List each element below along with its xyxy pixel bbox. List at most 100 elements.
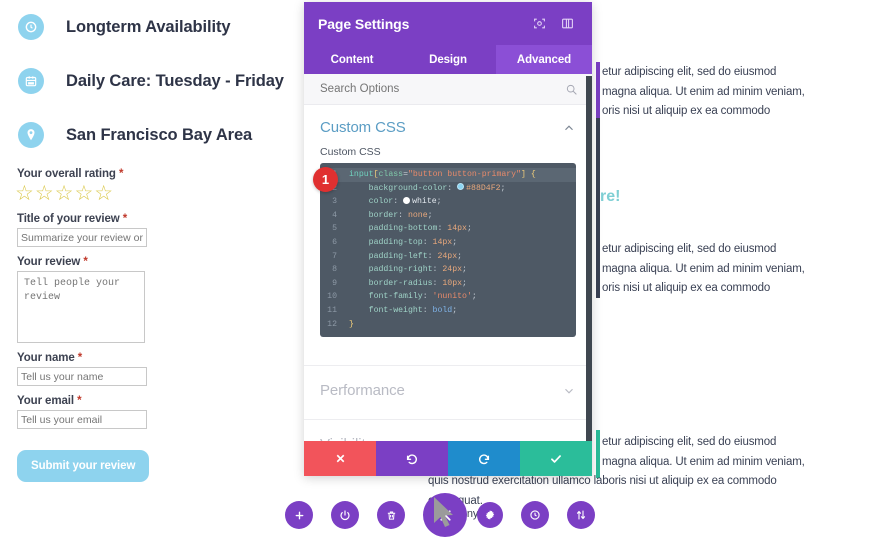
page-settings-modal: Page Settings Content Design Advanced Se… — [304, 2, 592, 476]
power-button[interactable] — [331, 501, 359, 529]
review-body-textarea[interactable] — [17, 271, 145, 343]
required-marker: * — [77, 395, 82, 407]
line-number: 12 — [327, 319, 337, 329]
code-text: background-color: #88D4F2; — [368, 183, 506, 193]
step-marker-1: 1 — [313, 167, 338, 192]
required-marker: * — [122, 213, 128, 225]
code-text: input[class="button button-primary"] { — [349, 170, 536, 179]
feature-item-availability: Longterm Availability — [18, 0, 318, 54]
name-field: Your name * — [17, 352, 207, 386]
sort-button[interactable] — [567, 501, 595, 529]
code-text: padding-bottom: 14px; — [368, 224, 472, 234]
accent-bar-teal — [596, 430, 600, 478]
required-marker: * — [118, 168, 124, 180]
code-line[interactable]: 7 padding-left: 24px; — [320, 250, 576, 264]
code-text: font-family: 'nunito'; — [368, 292, 477, 302]
star-rating-glyphs[interactable]: ☆☆☆☆☆ — [15, 182, 114, 205]
lorem-line: etur adipiscing elit, sed do eiusmod — [602, 66, 777, 78]
code-text: font-weight: bold; — [368, 305, 458, 315]
feature-item-daily-care: Daily Care: Tuesday - Friday — [18, 54, 318, 108]
code-text: border-radius: 10px; — [368, 278, 467, 288]
calendar-icon — [18, 68, 44, 94]
code-text: border: none; — [368, 210, 433, 220]
redo-button[interactable] — [448, 441, 520, 476]
code-line[interactable]: 9 border-radius: 10px; — [320, 277, 576, 291]
code-line[interactable]: 2 background-color: #88D4F2; — [320, 182, 576, 196]
tab-content[interactable]: Content — [304, 45, 400, 74]
feature-label: San Francisco Bay Area — [66, 125, 253, 144]
name-label: Your name * — [17, 352, 83, 364]
line-number: 9 — [332, 278, 337, 288]
modal-title: Page Settings — [318, 15, 410, 32]
section-header-custom-css[interactable]: Custom CSS — [304, 105, 592, 146]
lorem-line: magna aliqua. Ut enim ad minim veniam, — [602, 85, 805, 98]
search-icon[interactable] — [565, 83, 578, 96]
code-line[interactable]: 3 color: white; — [320, 195, 576, 209]
name-input[interactable] — [17, 367, 147, 386]
email-input[interactable] — [17, 410, 147, 429]
tab-advanced[interactable]: Advanced — [496, 45, 592, 74]
code-line[interactable]: 8 padding-right: 24px; — [320, 263, 576, 277]
section-header-performance[interactable]: Performance — [304, 366, 592, 409]
feature-label: Longterm Availability — [66, 17, 231, 36]
star-rating[interactable]: ☆☆☆☆☆ — [15, 183, 207, 204]
chevron-up-icon[interactable] — [562, 121, 576, 135]
close-button[interactable] — [423, 493, 467, 537]
code-text: color: white; — [368, 197, 442, 207]
trash-button[interactable] — [377, 501, 405, 529]
feature-item-location: San Francisco Bay Area — [18, 108, 318, 162]
code-text: padding-right: 24px; — [368, 265, 467, 275]
layout-panel-icon[interactable] — [556, 13, 578, 35]
code-line[interactable]: 1 input[class="button button-primary"] { — [320, 168, 576, 182]
required-marker: * — [83, 256, 88, 268]
code-line[interactable]: 10 font-family: 'nunito'; — [320, 290, 576, 304]
line-number: 5 — [332, 224, 337, 234]
add-button[interactable] — [285, 501, 313, 529]
line-number: 7 — [332, 251, 337, 261]
accent-bar-purple — [596, 62, 600, 122]
save-button[interactable] — [520, 441, 592, 476]
modal-scrollbar[interactable] — [586, 76, 592, 441]
line-number: 8 — [332, 265, 337, 275]
history-button[interactable] — [521, 501, 549, 529]
custom-css-code-editor[interactable]: 1 input[class="button button-primary"] {… — [320, 163, 576, 338]
lorem-line: etur adipiscing elit, sed do eiusmod — [602, 436, 777, 448]
review-body-field: Your review * — [17, 256, 207, 343]
focus-icon[interactable] — [528, 13, 550, 35]
custom-css-editor-wrap: 1 input[class="button button-primary"] {… — [304, 163, 592, 338]
search-input[interactable] — [318, 82, 565, 96]
code-line[interactable]: 4 border: none; — [320, 209, 576, 223]
color-swatch-blue[interactable] — [457, 183, 465, 191]
modal-tabs: Content Design Advanced — [304, 45, 592, 74]
lorem-line: etur adipiscing elit, sed do eiusmod — [602, 243, 777, 255]
teal-heading: re! — [600, 188, 621, 205]
code-line[interactable]: 11 font-weight: bold; — [320, 304, 576, 318]
section-title: Custom CSS — [320, 119, 406, 136]
line-number: 4 — [332, 210, 337, 220]
email-label: Your email * — [17, 395, 82, 407]
chevron-down-icon[interactable] — [562, 384, 576, 398]
email-field: Your email * — [17, 395, 207, 429]
tab-design[interactable]: Design — [400, 45, 496, 74]
review-title-input[interactable] — [17, 228, 147, 247]
code-line[interactable]: 12 } — [320, 318, 576, 332]
code-line[interactable]: 5 padding-bottom: 14px; — [320, 222, 576, 236]
cancel-button[interactable] — [304, 441, 376, 476]
modal-action-bar — [304, 441, 592, 476]
accent-bar-dark — [596, 118, 600, 298]
code-line[interactable]: 6 padding-top: 14px; — [320, 236, 576, 250]
settings-button[interactable] — [477, 502, 503, 528]
line-number: 3 — [332, 197, 337, 207]
submit-review-button[interactable]: Submit your review — [17, 450, 150, 482]
lorem-line: oris nisi ut aliquip ex ea commodo — [602, 282, 771, 294]
review-body-label: Your review * — [17, 256, 88, 268]
code-text: padding-top: 14px; — [368, 237, 458, 247]
color-swatch-white[interactable] — [403, 197, 411, 205]
review-form: Your overall rating * ☆☆☆☆☆ Title of you… — [15, 168, 207, 482]
lorem-line: magna aliqua. Ut enim ad minim veniam, — [602, 455, 805, 468]
clock-icon — [18, 14, 44, 40]
lorem-block-1: etur adipiscing elit, sed do eiusmod mag… — [602, 63, 880, 122]
line-number: 10 — [327, 292, 337, 302]
undo-button[interactable] — [376, 441, 448, 476]
required-marker: * — [77, 352, 83, 364]
